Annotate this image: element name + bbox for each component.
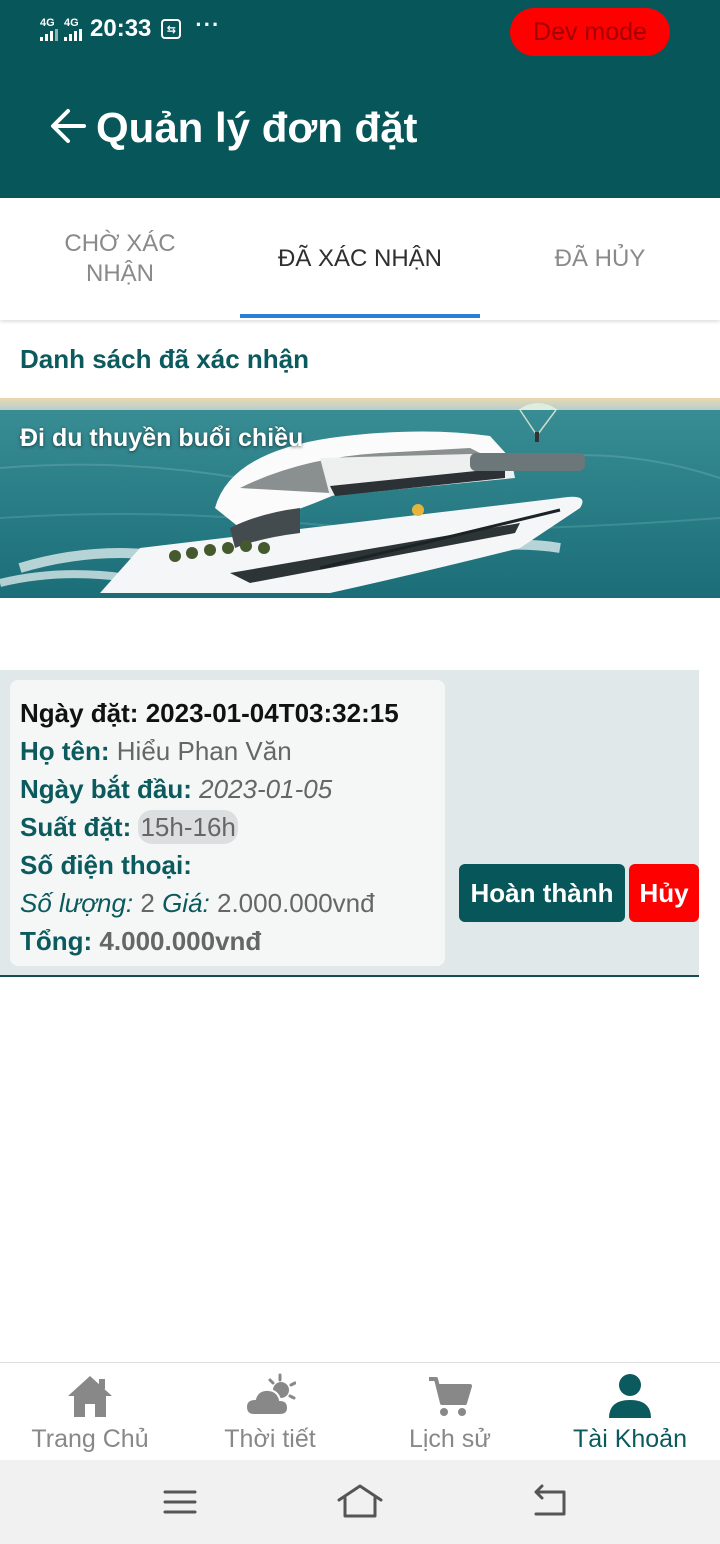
- start-date-label: Ngày bắt đầu:: [20, 774, 192, 804]
- nav-label: Tài Khoản: [573, 1425, 687, 1453]
- order-list-item: Ngày đặt: 2023-01-04T03:32:15 Họ tên: Hi…: [0, 670, 699, 977]
- start-date-value: 2023-01-05: [199, 774, 333, 804]
- network-type-label: 4G: [40, 16, 55, 29]
- weather-icon: [244, 1373, 296, 1416]
- quantity-value: 2: [140, 888, 155, 918]
- nav-item-account[interactable]: Tài Khoản: [540, 1363, 720, 1461]
- tab-confirmed[interactable]: Đã xác nhận: [240, 198, 480, 320]
- tab-cancelled[interactable]: Đã hủy: [480, 198, 720, 320]
- active-tab-indicator: [240, 314, 480, 318]
- signal-indicator-1: 4G: [40, 16, 58, 41]
- cart-icon: [429, 1377, 472, 1416]
- dev-mode-badge[interactable]: Dev mode: [510, 8, 670, 56]
- status-time: 20:33: [90, 15, 152, 42]
- booked-date-line: Ngày đặt: 2023-01-04T03:32:15: [20, 694, 435, 732]
- arrow-left-icon[interactable]: [48, 106, 88, 146]
- customer-name-label: Họ tên:: [20, 736, 110, 766]
- menu-icon[interactable]: [162, 1482, 198, 1522]
- tour-title: Đi du thuyền buổi chiều: [20, 424, 304, 452]
- phone-line: Số điện thoại:: [20, 846, 435, 884]
- nav-item-weather[interactable]: Thời tiết: [180, 1363, 360, 1461]
- cancel-order-button[interactable]: Hủy: [629, 864, 699, 922]
- booked-date-value: 2023-01-04T03:32:15: [145, 698, 399, 728]
- teamviewer-icon: ⇆: [161, 19, 182, 39]
- user-icon: [609, 1374, 651, 1418]
- nav-label: Lịch sử: [408, 1425, 492, 1453]
- tab-label: Chờ xác nhận: [64, 230, 176, 287]
- status-bar: 4G 4G 20:33 ⇆ ···: [40, 12, 220, 46]
- total-line: Tổng: 4.000.000vnđ: [20, 922, 435, 960]
- nav-label: Trang Chủ: [31, 1425, 149, 1453]
- section-title: Danh sách đã xác nhận: [20, 344, 309, 374]
- quantity-price-line: Số lượng: 2 Giá: 2.000.000vnđ: [20, 884, 435, 922]
- tab-pending[interactable]: Chờ xác nhận: [0, 198, 240, 320]
- more-notifications-icon: ···: [195, 12, 221, 37]
- bottom-navigation: Trang Chủ Thời tiết Lịch sử Tài Khoản: [0, 1362, 720, 1460]
- price-label: Giá:: [162, 888, 210, 918]
- signal-bars-icon: [40, 28, 58, 41]
- quantity-label: Số lượng:: [20, 888, 134, 918]
- total-value: 4.000.000vnđ: [99, 926, 262, 956]
- order-status-tabs: Chờ xác nhận Đã xác nhận Đã hủy: [0, 198, 720, 320]
- customer-name-value: Hiểu Phan Văn: [116, 736, 292, 766]
- start-date-line: Ngày bắt đầu: 2023-01-05: [20, 770, 435, 808]
- nav-item-history[interactable]: Lịch sử: [360, 1363, 540, 1461]
- customer-name-line: Họ tên: Hiểu Phan Văn: [20, 732, 435, 770]
- back-button-icon[interactable]: [530, 1482, 570, 1522]
- home-icon: [68, 1376, 112, 1417]
- tab-label: Đã hủy: [554, 245, 646, 272]
- home-button-icon[interactable]: [336, 1482, 384, 1522]
- signal-bars-icon: [64, 28, 82, 41]
- network-type-label: 4G: [64, 16, 79, 29]
- time-slot-line: Suất đặt: 15h-16h: [20, 808, 435, 846]
- nav-label: Thời tiết: [224, 1425, 316, 1453]
- total-label: Tổng:: [20, 926, 93, 956]
- signal-indicator-2: 4G: [64, 16, 82, 41]
- booked-date-label: Ngày đặt:: [20, 698, 139, 728]
- complete-order-button[interactable]: Hoàn thành: [459, 864, 625, 922]
- time-slot-value: 15h-16h: [138, 810, 238, 844]
- phone-label: Số điện thoại:: [20, 850, 192, 880]
- tab-label: Đã xác nhận: [277, 245, 443, 272]
- time-slot-label: Suất đặt:: [20, 812, 132, 842]
- nav-item-home[interactable]: Trang Chủ: [0, 1363, 180, 1461]
- page-title: Quản lý đơn đặt: [96, 104, 418, 151]
- order-details-card: Ngày đặt: 2023-01-04T03:32:15 Họ tên: Hi…: [10, 680, 445, 966]
- price-value: 2.000.000vnđ: [217, 888, 375, 918]
- system-navigation-bar: [0, 1460, 720, 1544]
- app-header: 4G 4G 20:33 ⇆ ··· Dev mode Quản lý đơn đ…: [0, 0, 720, 198]
